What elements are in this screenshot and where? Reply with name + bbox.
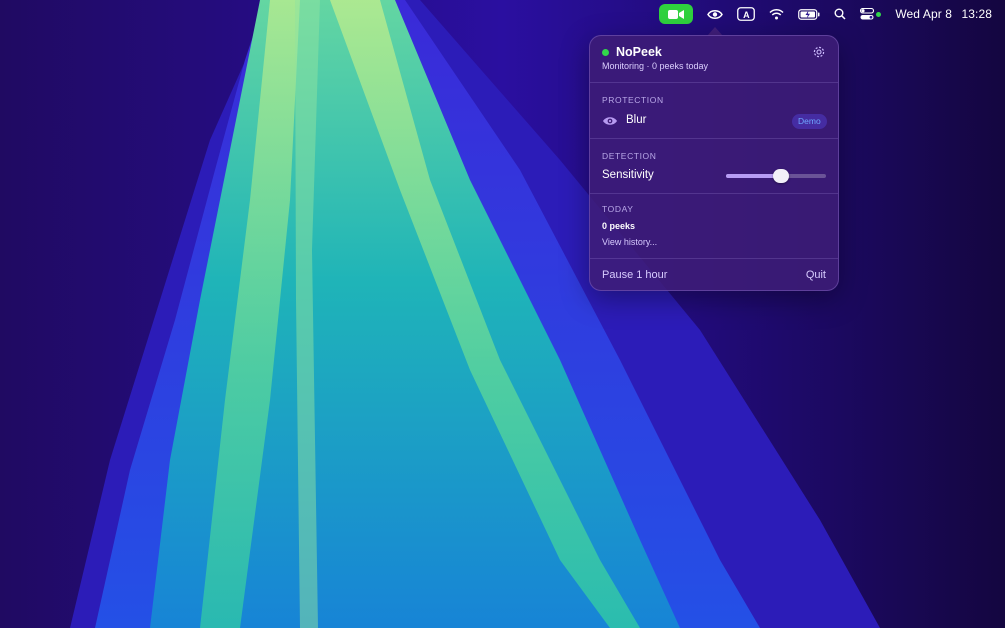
settings-gear-icon[interactable] [812,45,826,59]
nopeek-popover: NoPeek Monitoring · 0 peeks today PROTEC… [589,35,839,291]
demo-badge[interactable]: Demo [792,114,827,129]
pause-button[interactable]: Pause 1 hour [602,269,667,281]
divider [590,258,838,259]
input-source-menu[interactable]: A [737,3,756,25]
monitoring-status-dot [602,49,609,56]
divider [590,193,838,194]
protection-mode-label: Blur [626,114,647,126]
today-peeks-count: 0 peeks [602,221,636,231]
video-camera-icon [668,9,685,19]
battery-charging-icon [798,8,820,20]
clock-time: 13:28 [961,7,992,21]
quit-button[interactable]: Quit [806,269,826,281]
input-source-letter: A [743,9,750,20]
menu-bar: A Wed Apr 8 13:28 [0,0,1005,28]
detection-section-title: DETECTION [602,151,657,161]
today-section-title: TODAY [602,204,634,214]
monitoring-status-text: Monitoring · 0 peeks today [602,61,709,71]
eye-icon [707,9,724,19]
battery-menu[interactable] [798,3,820,25]
app-title: NoPeek [616,45,662,59]
sensitivity-slider[interactable] [726,169,826,183]
view-history-link[interactable]: View history... [602,237,657,247]
wifi-icon [769,8,784,20]
wifi-menu[interactable] [769,3,784,25]
divider [590,138,838,139]
clock-date: Wed Apr 8 [895,7,953,21]
blur-eye-icon [603,117,617,125]
divider [590,82,838,83]
privacy-indicator-dot [876,11,882,17]
control-center-icon [860,8,875,20]
spotlight-search-icon [834,8,846,20]
sensitivity-label: Sensitivity [602,169,654,181]
spotlight-menu[interactable] [834,3,846,25]
video-camera-indicator[interactable] [659,4,694,24]
desktop-wallpaper [0,0,1005,628]
slider-knob[interactable] [773,169,789,183]
nopeek-menu-extra[interactable] [707,3,724,25]
menubar-clock[interactable]: Wed Apr 8 13:28 [895,7,992,21]
control-center-menu[interactable] [860,3,882,25]
protection-section-title: PROTECTION [602,95,664,105]
